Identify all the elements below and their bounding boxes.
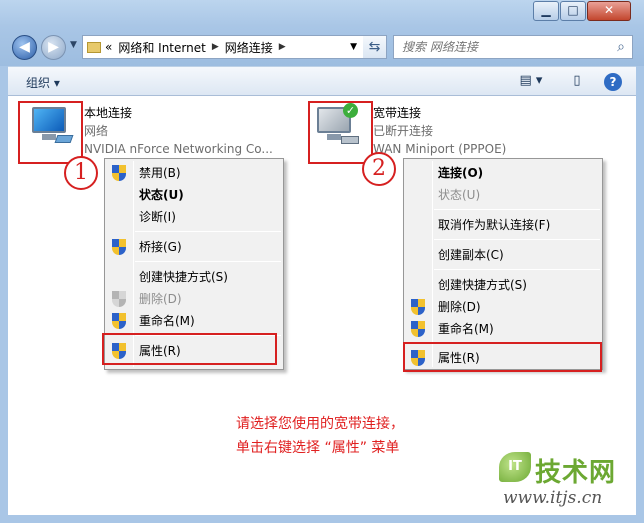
address-dropdown-icon[interactable]: ▼ — [350, 42, 357, 52]
recent-pages-dropdown[interactable]: ▼ — [70, 40, 77, 50]
instruction-text: 请选择您使用的宽带连接， 单击右键选择 “属性” 菜单 — [236, 412, 404, 460]
menu-item-label: 状态(U) — [139, 188, 184, 202]
window-frame-left — [0, 66, 8, 523]
back-arrow-icon: ◀ — [19, 39, 30, 55]
breadcrumb-network-connections[interactable]: 网络连接 — [225, 39, 273, 56]
change-view-icon[interactable]: ▤ ▾ — [514, 73, 548, 91]
connection-broadband-text[interactable]: 宽带连接 已断开连接 WAN Miniport (PPPOE) — [373, 104, 506, 158]
instruction-line-1: 请选择您使用的宽带连接， — [236, 416, 404, 432]
menu-item-label: 创建副本(C) — [438, 248, 504, 262]
minimize-button[interactable]: ▁ — [533, 1, 559, 21]
menu-separator — [434, 269, 600, 270]
uac-shield-icon — [112, 313, 126, 329]
menu-item-label: 桥接(G) — [139, 240, 182, 254]
highlight-box-broadband-icon — [308, 101, 373, 164]
menu-item-label: 删除(D) — [438, 300, 481, 314]
window-frame-bottom — [0, 515, 644, 523]
uac-shield-icon — [411, 321, 425, 337]
highlight-box-properties-broadband — [403, 342, 602, 372]
preview-pane-icon[interactable]: ▯ — [568, 73, 586, 91]
highlight-box-properties-local — [102, 333, 277, 365]
connection-name: 本地连接 — [84, 106, 133, 120]
menu-item-label: 取消作为默认连接(F) — [438, 218, 551, 232]
menu-item-connect[interactable]: 连接(O) — [404, 162, 602, 184]
uac-shield-icon — [411, 299, 425, 315]
control-panel-icon — [87, 41, 101, 53]
menu-item-label: 创建快捷方式(S) — [438, 278, 527, 292]
connection-device: NVIDIA nForce Networking Co... — [84, 142, 273, 156]
connection-status: 已断开连接 — [373, 124, 434, 138]
address-bar[interactable]: « 网络和 Internet ▶ 网络连接 ▶ ▼ — [82, 35, 364, 59]
watermark-leaf-logo: IT — [499, 452, 531, 482]
window-frame-right — [636, 66, 644, 523]
menu-item-label: 禁用(B) — [139, 166, 181, 180]
menu-separator — [434, 239, 600, 240]
menu-item-rename[interactable]: 重命名(M) — [404, 318, 602, 340]
breadcrumb-separator-icon[interactable]: ▶ — [212, 42, 219, 52]
uac-shield-icon — [112, 165, 126, 181]
uac-shield-icon — [112, 239, 126, 255]
organize-button[interactable]: 组织 ▾ — [26, 74, 60, 91]
menu-item-rename[interactable]: 重命名(M) — [105, 310, 283, 332]
menu-item-label: 删除(D) — [139, 292, 182, 306]
instruction-line-2: 单击右键选择 “属性” 菜单 — [236, 440, 400, 456]
menu-item-bridge[interactable]: 桥接(G) — [105, 236, 283, 258]
breadcrumb-separator-icon[interactable]: ▶ — [279, 42, 286, 52]
search-input[interactable] — [394, 40, 610, 54]
menu-separator — [434, 209, 600, 210]
menu-item-delete[interactable]: 删除(D) — [404, 296, 602, 318]
menu-item-disable[interactable]: 禁用(B) — [105, 162, 283, 184]
connection-local-text[interactable]: 本地连接 网络 NVIDIA nForce Networking Co... — [84, 104, 273, 158]
search-icon[interactable]: ⌕ — [610, 39, 632, 55]
menu-item-diagnose[interactable]: 诊断(I) — [105, 206, 283, 228]
back-button[interactable]: ◀ — [12, 35, 37, 60]
menu-item-create-shortcut[interactable]: 创建快捷方式(S) — [105, 266, 283, 288]
menu-item-label: 诊断(I) — [139, 210, 176, 224]
address-overflow[interactable]: « — [105, 40, 112, 54]
menu-item-label: 状态(U) — [438, 188, 481, 202]
menu-item-label: 连接(O) — [438, 166, 484, 180]
site-watermark: IT 技术网 www.itjs.cn — [499, 452, 634, 516]
watermark-brand: 技术网 — [535, 458, 617, 488]
menu-item-status: 状态(U) — [404, 184, 602, 206]
menu-separator — [135, 231, 281, 232]
breadcrumb-network-internet[interactable]: 网络和 Internet — [118, 39, 205, 56]
step-number-1: 1 — [64, 156, 98, 190]
uac-shield-icon — [112, 291, 126, 307]
refresh-button[interactable]: ⇆ — [363, 35, 387, 59]
watermark-url: www.itjs.cn — [503, 488, 603, 508]
highlight-box-local-icon — [18, 101, 83, 164]
menu-item-create-copy[interactable]: 创建副本(C) — [404, 244, 602, 266]
menu-item-delete: 删除(D) — [105, 288, 283, 310]
forward-button[interactable]: ▶ — [41, 35, 66, 60]
menu-item-label: 重命名(M) — [438, 322, 494, 336]
menu-separator — [135, 261, 281, 262]
menu-item-create-shortcut[interactable]: 创建快捷方式(S) — [404, 274, 602, 296]
refresh-icon: ⇆ — [368, 39, 381, 55]
close-button[interactable]: ✕ — [587, 1, 631, 21]
help-button[interactable]: ? — [604, 73, 622, 91]
context-menu-broadband: 连接(O) 状态(U) 取消作为默认连接(F) 创建副本(C) 创建快捷方式(S… — [403, 158, 603, 370]
forward-arrow-icon: ▶ — [48, 39, 59, 55]
step-number-2: 2 — [362, 152, 396, 186]
connection-name: 宽带连接 — [373, 106, 422, 120]
maximize-button[interactable]: □ — [560, 1, 586, 21]
menu-item-label: 重命名(M) — [139, 314, 195, 328]
window-titlebar: ▁ □ ✕ ◀ ▶ ▼ « 网络和 Internet ▶ 网络连接 ▶ ▼ ⇆ … — [0, 0, 644, 66]
menu-item-label: 创建快捷方式(S) — [139, 270, 228, 284]
connection-status: 网络 — [84, 124, 109, 138]
search-box[interactable]: ⌕ — [393, 35, 633, 59]
connection-device: WAN Miniport (PPPOE) — [373, 142, 507, 156]
command-bar: 组织 ▾ ▤ ▾ ▯ ? — [0, 66, 644, 96]
menu-item-status[interactable]: 状态(U) — [105, 184, 283, 206]
menu-item-cancel-default[interactable]: 取消作为默认连接(F) — [404, 214, 602, 236]
